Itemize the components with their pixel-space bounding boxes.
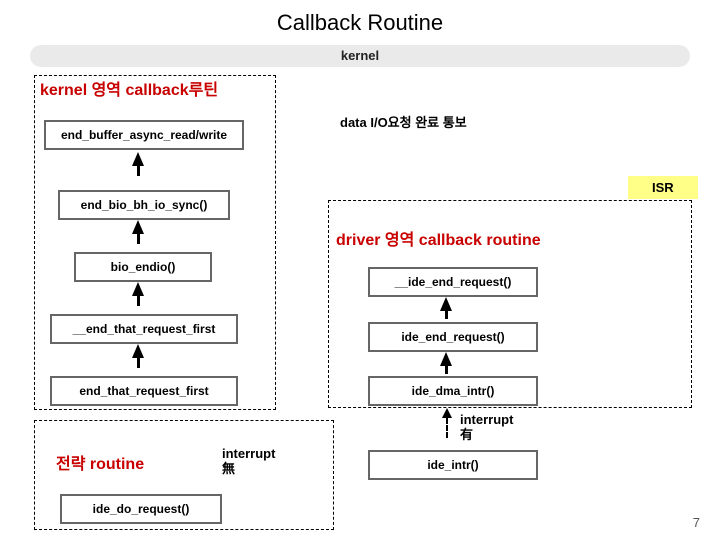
arrow-line <box>445 366 448 374</box>
dashed-line <box>446 418 448 438</box>
arrow-up-icon <box>132 220 144 234</box>
box-ide-intr: ide_intr() <box>368 450 538 480</box>
arrow-up-icon <box>132 282 144 296</box>
arrow-up-icon <box>132 344 144 358</box>
page-title: Callback Routine <box>0 0 720 36</box>
interrupt-no-note: interrupt 無 <box>222 446 292 476</box>
box-ide-end-u: __ide_end_request() <box>368 267 538 297</box>
arrow-up-dashed-icon <box>442 408 452 418</box>
io-complete-note: data I/O요청 완료 통보 <box>340 112 467 131</box>
box-end-buffer: end_buffer_async_read/write <box>44 120 244 150</box>
arrow-up-icon <box>132 152 144 166</box>
box-end-that-first-u: __end_that_request_first <box>50 314 238 344</box>
box-ide-end: ide_end_request() <box>368 322 538 352</box>
arrow-line <box>137 234 140 244</box>
page-number: 7 <box>693 515 700 530</box>
driver-area-title: driver 영역 callback routine <box>336 232 586 249</box>
arrow-line <box>137 358 140 368</box>
forward-routine-title: 전략 routine <box>56 450 144 474</box>
box-bio-endio: bio_endio() <box>74 252 212 282</box>
kernel-area-title: kernel 영역 callback루틴 <box>40 76 260 100</box>
box-ide-dma: ide_dma_intr() <box>368 376 538 406</box>
arrow-up-icon <box>440 352 452 366</box>
arrow-up-icon <box>440 297 452 311</box>
box-end-bio-bh: end_bio_bh_io_sync() <box>58 190 230 220</box>
arrow-line <box>137 296 140 306</box>
arrow-line <box>445 311 448 319</box>
isr-box: ISR <box>628 176 698 199</box>
box-end-that-first: end_that_request_first <box>50 376 238 406</box>
kernel-bar: kernel <box>30 45 690 67</box>
arrow-line <box>137 166 140 176</box>
box-ide-do-req: ide_do_request() <box>60 494 222 524</box>
interrupt-yes-note: interrupt 有 <box>460 412 530 442</box>
